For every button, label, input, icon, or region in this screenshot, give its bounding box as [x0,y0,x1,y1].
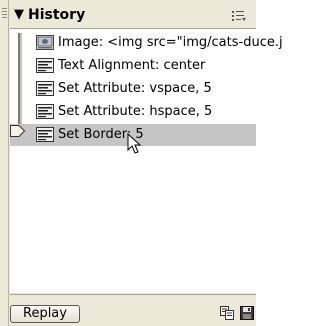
mouse-cursor-icon [127,133,142,154]
save-as-command-icon[interactable] [240,306,254,320]
history-panel: ▼ History Image: <img src="img/cats-duce… [0,0,283,326]
history-step-label: Set Attribute: vspace, 5 [58,81,212,96]
text-step-icon [36,127,54,142]
history-step-2[interactable]: Set Attribute: vspace, 5 [32,78,256,100]
replay-button[interactable]: Replay [10,305,80,323]
history-step-label: Set Attribute: hspace, 5 [58,104,213,119]
history-step-label: Image: <img src="img/cats-duce.j [58,35,283,50]
text-step-icon [36,81,54,96]
panel-footer: Replay [10,294,256,323]
history-step-0[interactable]: Image: <img src="img/cats-duce.j [32,32,283,54]
expand-arrow-icon[interactable]: ▼ [14,7,24,22]
text-step-icon [36,58,54,73]
copy-steps-icon[interactable] [220,306,234,320]
history-step-1[interactable]: Text Alignment: center [32,55,256,77]
history-step-3[interactable]: Set Attribute: hspace, 5 [32,101,256,123]
history-step-label: Text Alignment: center [58,58,206,73]
options-menu-icon[interactable] [232,10,246,22]
history-slider-thumb[interactable] [10,125,25,137]
history-slider-track[interactable] [18,33,22,125]
gripper-icon[interactable] [2,8,7,18]
panel-titlebar[interactable]: ▼ History [10,4,256,29]
panel-gripper-column [0,0,9,326]
image-step-icon [36,35,54,50]
history-list[interactable]: Image: <img src="img/cats-duce.j Text Al… [10,29,283,293]
panel-title: History [28,7,86,23]
text-step-icon [36,104,54,119]
